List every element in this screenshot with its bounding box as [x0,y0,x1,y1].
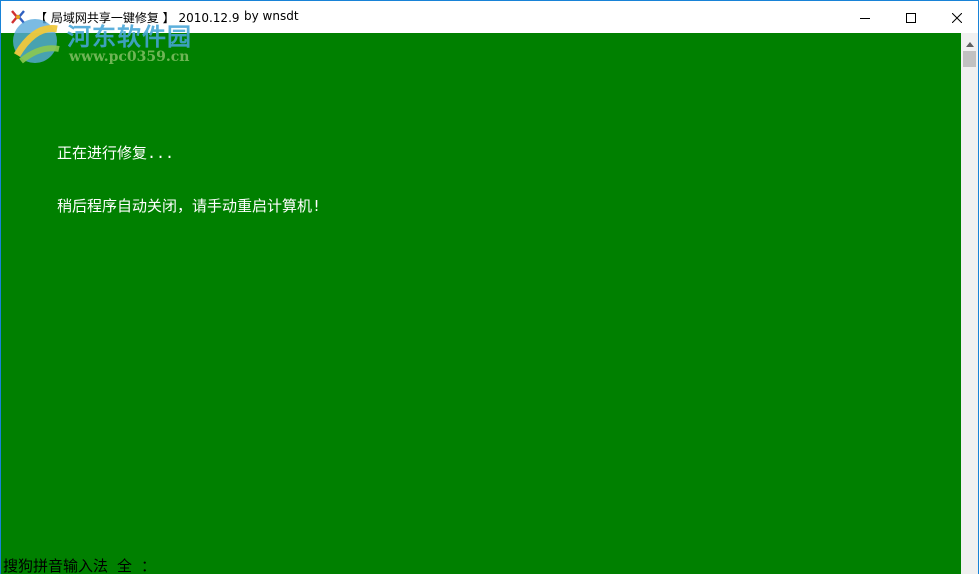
vertical-scrollbar[interactable] [961,33,978,574]
window-author: by wnsdt [244,9,299,23]
app-icon[interactable] [9,8,27,26]
scroll-thumb[interactable] [963,51,976,67]
console-line-repairing: 正在进行修复... [57,144,175,162]
close-icon [951,8,963,27]
title-bar[interactable]: 【 局域网共享一键修复 】 2010.12.9 by wnsdt [1,1,978,33]
close-button[interactable] [934,1,979,33]
console-output[interactable]: 正在进行修复... 稍后程序自动关闭，请手动重启计算机! 搜狗拼音输入法 全 ： [1,33,961,574]
maximize-button[interactable] [888,1,934,33]
minimize-icon [860,8,870,27]
console-window: 【 局域网共享一键修复 】 2010.12.9 by wnsdt 正在进行修复.… [0,0,979,574]
scroll-up-arrow-icon [965,32,974,51]
ime-status-bar: 搜狗拼音输入法 全 ： [3,555,157,574]
minimize-button[interactable] [842,1,888,33]
window-title: 【 局域网共享一键修复 】 2010.12.9 [35,11,240,25]
maximize-icon [906,8,916,27]
console-line-restart-notice: 稍后程序自动关闭，请手动重启计算机! [57,197,322,215]
scroll-up-button[interactable] [961,33,978,50]
